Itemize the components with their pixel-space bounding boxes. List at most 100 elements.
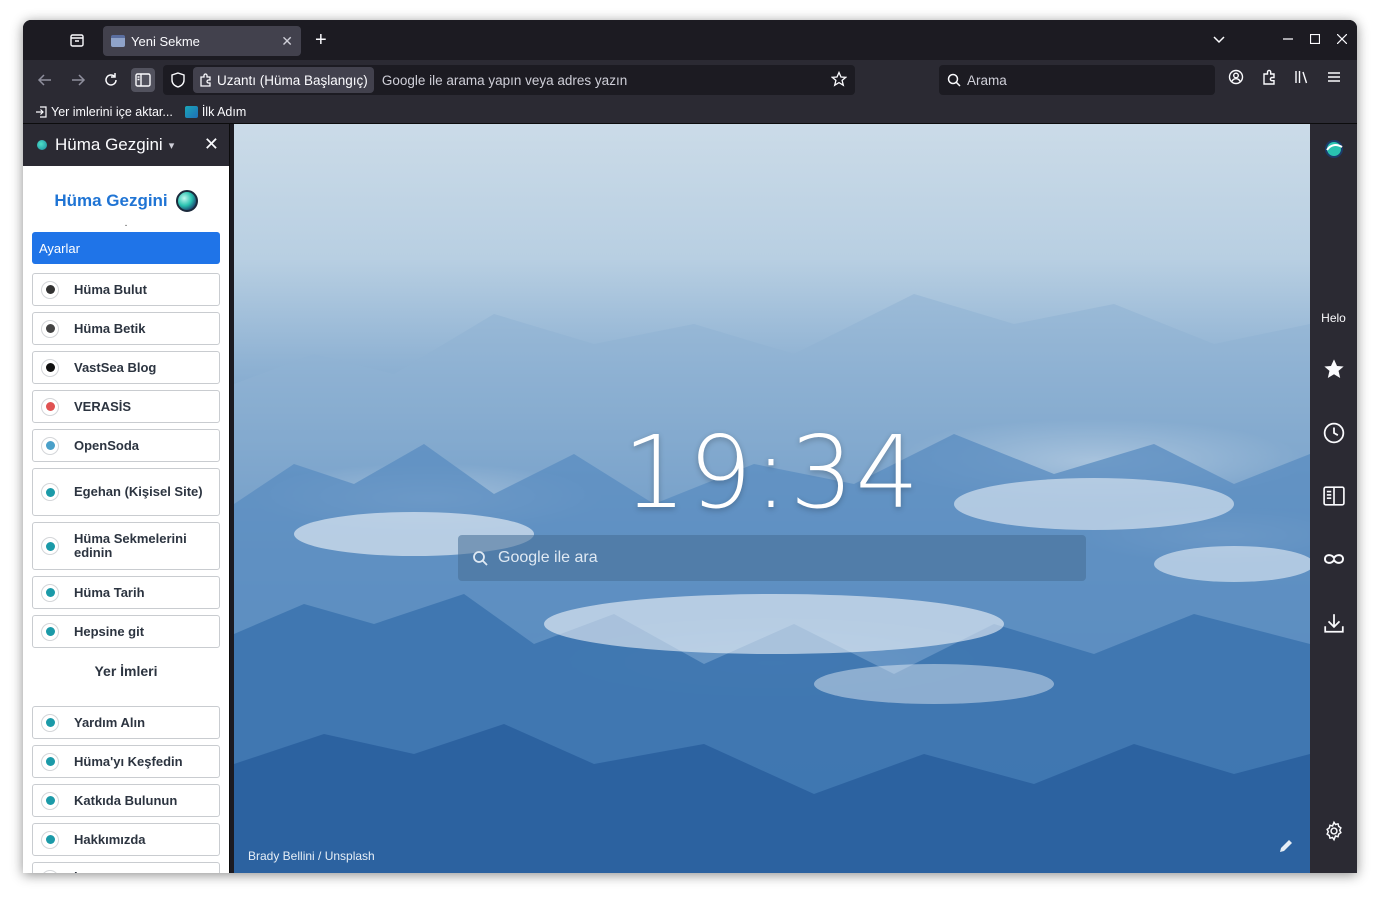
sidebar-link-label: Hüma Betik [74, 320, 146, 336]
site-favicon-icon [41, 483, 59, 501]
bookmark-ilk-adim[interactable]: İlk Adım [184, 104, 247, 119]
close-sidebar-icon[interactable]: ✕ [204, 134, 219, 155]
site-favicon-icon [41, 280, 59, 299]
reload-icon[interactable] [99, 68, 123, 92]
huma-logo-icon[interactable] [1310, 138, 1357, 160]
sidebar-bookmark-list: Yardım Alın Hüma'yı Keşfedin Katkıda Bulun… [23, 706, 229, 873]
puzzle-icon [200, 73, 211, 87]
sidebar-link-item[interactable]: Hakkımızda [32, 823, 220, 856]
extension-identity-chip[interactable]: Uzantı (Hüma Başlangıç) [193, 67, 374, 93]
bookmark-import-label: Yer imlerini içe aktar... [51, 104, 173, 119]
sidebar-link-label: VERASİS [74, 398, 132, 414]
sidebar-toggle-icon[interactable] [131, 68, 155, 92]
google-search-box[interactable]: Google ile ara [458, 535, 1086, 581]
sidebar-link-item[interactable]: Hepsine git [32, 615, 220, 648]
sidebar-panel: Hüma Gezgini ▾ ✕ Hüma Gezgini . Ayarlar … [23, 124, 230, 873]
sidebar-link-label: Hüma'yı Keşfedin [74, 753, 183, 769]
site-favicon-icon [41, 319, 59, 338]
photo-credit[interactable]: Brady Bellini / Unsplash [248, 849, 375, 863]
close-window-icon[interactable] [1336, 32, 1348, 47]
brand-title: Hüma Gezgini [54, 191, 168, 210]
newtab-page: 19:34 Google ile ara Brady Bellini / Uns… [234, 124, 1310, 873]
sidebar-switcher-title[interactable]: Hüma Gezgini [55, 135, 163, 155]
tracking-shield-icon[interactable] [163, 72, 193, 88]
sidebar-header: Hüma Gezgini ▾ ✕ [23, 124, 229, 166]
bookmark-import[interactable]: Yer imlerini içe aktar... [35, 105, 173, 119]
sidebar-link-label: Hakkımızda [74, 831, 146, 847]
site-favicon-icon [41, 537, 59, 555]
site-favicon-icon [41, 358, 59, 377]
sidebar-link-item[interactable]: Hüma'yı Keşfedin [32, 745, 220, 778]
search-icon [473, 551, 488, 566]
sidebar-link-label: Yardım Alın [74, 714, 146, 730]
maximize-icon[interactable] [1309, 32, 1321, 47]
bookmarks-toolbar: Yer imlerini içe aktar... İlk Adım [23, 100, 1357, 124]
forward-arrow-icon[interactable] [66, 68, 90, 92]
history-icon[interactable] [1310, 422, 1357, 444]
new-tab-button[interactable]: + [315, 30, 327, 50]
sidebar-link-label: Hüma Sekmelerini edinin [74, 531, 187, 560]
sidebar-link-item[interactable]: İlk Adım [32, 862, 220, 873]
site-favicon-icon [41, 713, 59, 732]
sidebar-link-item[interactable]: Hüma Tarih [32, 576, 220, 609]
star-icon[interactable] [1310, 358, 1357, 380]
sidebar-link-label: Katkıda Bulunun [74, 792, 178, 808]
sidebar-link-item[interactable]: Yardım Alın [32, 706, 220, 739]
tab-list-chevron-icon[interactable] [1213, 32, 1225, 47]
tab-active[interactable]: Yeni Sekme ✕ [103, 26, 301, 56]
site-favicon-icon [41, 622, 59, 641]
site-favicon-mark [45, 441, 55, 450]
google-search-placeholder: Google ile ara [498, 549, 598, 566]
site-favicon-icon [41, 869, 59, 873]
sidebar-link-item[interactable]: VastSea Blog [32, 351, 220, 384]
settings-button[interactable]: Ayarlar [32, 232, 220, 264]
url-bar[interactable]: Uzantı (Hüma Başlangıç) Google ile arama… [163, 65, 855, 95]
site-favicon-mark [45, 285, 55, 294]
firefox-view-icon[interactable] [69, 32, 87, 48]
site-favicon-icon [41, 752, 59, 771]
tab-favicon-icon [111, 35, 125, 47]
site-favicon-mark [45, 324, 55, 333]
huma-favicon-icon [184, 105, 198, 118]
right-sidebar: Helo [1310, 124, 1357, 873]
bookmark-star-icon[interactable] [830, 70, 848, 92]
site-favicon-mark [45, 835, 55, 844]
account-icon[interactable] [1228, 69, 1244, 90]
sidebar-link-item[interactable]: Hüma Bulut [32, 273, 220, 306]
sidebar-link-item[interactable]: OpenSoda [32, 429, 220, 462]
url-placeholder: Google ile arama yapın veya adres yazın [381, 72, 628, 88]
sidebar-link-label: OpenSoda [74, 437, 140, 453]
reader-icon[interactable] [1310, 486, 1357, 506]
settings-gear-icon[interactable] [1310, 820, 1357, 842]
site-favicon-icon [41, 397, 59, 416]
bookmarks-section-title: Yer İmleri [94, 663, 158, 679]
clock: 19:34 [622, 414, 922, 531]
extensions-icon[interactable] [1261, 69, 1277, 90]
sidebar-link-item[interactable]: Egehan (Kişisel Site) [32, 468, 220, 516]
bookmark-ilk-adim-label: İlk Adım [201, 104, 247, 119]
tab-strip: Yeni Sekme ✕ + [23, 20, 1357, 60]
sidebar-link-item[interactable]: Hüma Betik [32, 312, 220, 345]
hamburger-menu-icon[interactable] [1326, 69, 1342, 90]
sidebar-link-item[interactable]: VERASİS [32, 390, 220, 423]
library-icon[interactable] [1293, 69, 1309, 90]
site-favicon-icon [41, 791, 59, 810]
minimize-icon[interactable] [1283, 32, 1293, 47]
search-bar[interactable]: Arama [939, 65, 1215, 95]
download-icon[interactable] [1310, 612, 1357, 634]
private-mask-icon[interactable] [1310, 552, 1357, 566]
site-favicon-icon [41, 830, 59, 849]
edit-pencil-icon[interactable] [1278, 838, 1294, 859]
site-favicon-mark [45, 363, 55, 372]
navigation-bar: Uzantı (Hüma Başlangıç) Google ile arama… [23, 60, 1357, 100]
back-arrow-icon[interactable] [33, 68, 57, 92]
helo-label[interactable]: Helo [1310, 311, 1357, 325]
site-favicon-mark [45, 718, 55, 727]
tab-close-icon[interactable]: ✕ [281, 33, 293, 50]
sidebar-link-item[interactable]: Hüma Sekmelerini edinin [32, 522, 220, 570]
sidebar-link-label: İlk Adım [74, 871, 124, 873]
site-favicon-icon [41, 436, 59, 455]
sidebar-link-item[interactable]: Katkıda Bulunun [32, 784, 220, 817]
chevron-down-icon[interactable]: ▾ [169, 139, 175, 152]
sidebar-link-list: Hüma Bulut Hüma Betik VastSea Blog VERASİS O… [23, 273, 229, 648]
